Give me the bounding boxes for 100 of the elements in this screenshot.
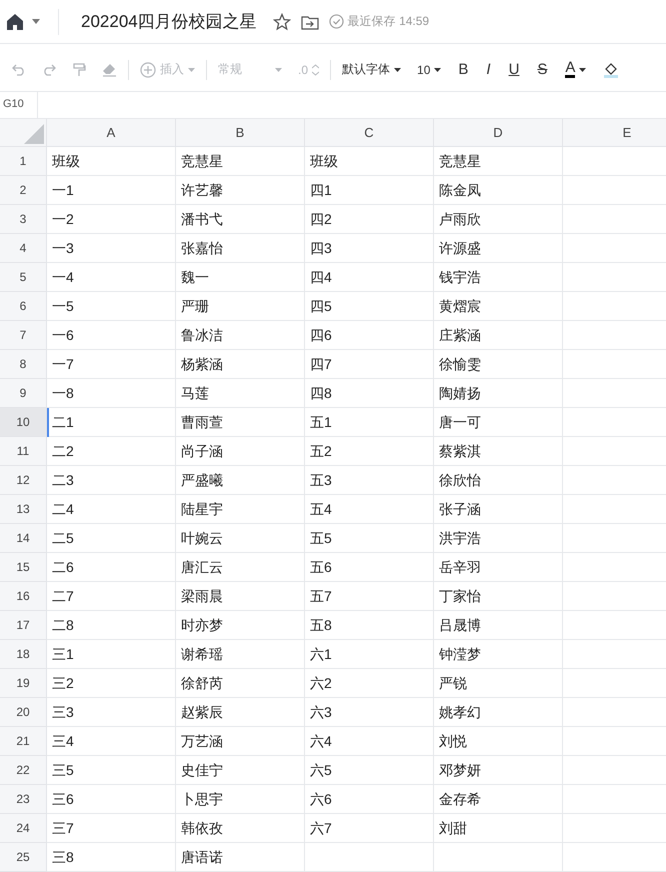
- table-cell: 二1: [52, 414, 74, 432]
- stepper-arrows-icon: [312, 64, 320, 76]
- row-header[interactable]: 8: [0, 350, 47, 379]
- row-header[interactable]: 11: [0, 437, 47, 466]
- home-icon[interactable]: [6, 12, 24, 30]
- table-cell: 陈金凤: [439, 182, 481, 200]
- table-cell: 鲁冰洁: [181, 326, 223, 344]
- row-header[interactable]: 21: [0, 727, 47, 756]
- table-cell: 四5: [310, 298, 332, 316]
- table-cell: 唐汇云: [181, 558, 223, 576]
- table-cell: 二6: [52, 558, 74, 576]
- column-header[interactable]: C: [305, 119, 434, 147]
- table-cell: 六3: [310, 704, 332, 722]
- font-dropdown[interactable]: 默认字体: [334, 56, 410, 84]
- table-cell: 二3: [52, 472, 74, 490]
- caret-icon[interactable]: [32, 19, 40, 24]
- paint-roller-icon: [72, 62, 86, 76]
- table-cell: 六5: [310, 762, 332, 780]
- row-header[interactable]: 16: [0, 582, 47, 611]
- table-cell: 三7: [52, 820, 74, 838]
- save-status: 最近保存 14:59: [348, 13, 430, 30]
- document-title[interactable]: 202204四月份校园之星: [81, 10, 257, 33]
- row-header[interactable]: 10: [0, 408, 47, 437]
- table-cell: 四2: [310, 210, 332, 228]
- caret-icon: [434, 68, 442, 72]
- table-cell: 魏一: [181, 268, 209, 286]
- font-size-dropdown[interactable]: 10: [409, 56, 450, 84]
- column-header[interactable]: D: [434, 119, 563, 147]
- table-cell: 许艺馨: [181, 182, 223, 200]
- table-cell: 三3: [52, 704, 74, 722]
- table-cell: 四6: [310, 326, 332, 344]
- table-cell: 五7: [310, 588, 332, 606]
- table-cell: 马莲: [181, 384, 209, 402]
- row-header[interactable]: 25: [0, 843, 47, 872]
- italic-button[interactable]: I: [477, 56, 500, 84]
- strikethrough-button[interactable]: S: [528, 56, 556, 84]
- underline-button[interactable]: U: [500, 56, 528, 84]
- row-header[interactable]: 7: [0, 321, 47, 350]
- row-header[interactable]: 17: [0, 611, 47, 640]
- row-header[interactable]: 20: [0, 698, 47, 727]
- row-header[interactable]: 15: [0, 553, 47, 582]
- row-header[interactable]: 19: [0, 669, 47, 698]
- table-cell: 一7: [52, 356, 74, 374]
- table-cell: 严盛曦: [181, 472, 223, 490]
- row-header[interactable]: 22: [0, 756, 47, 785]
- table-cell: 一6: [52, 326, 74, 344]
- row-header[interactable]: 24: [0, 814, 47, 843]
- table-cell: 徐欣怡: [439, 472, 481, 490]
- table-cell: 杨紫涵: [181, 356, 223, 374]
- table-cell: 岳辛羽: [439, 558, 481, 576]
- table-cell: 蔡紫淇: [439, 442, 481, 460]
- table-cell: 钱宇浩: [439, 268, 481, 286]
- row-header[interactable]: 12: [0, 466, 47, 495]
- table-cell: 严珊: [181, 298, 209, 316]
- table-cell: 一4: [52, 268, 74, 286]
- table-cell: 万艺涵: [181, 732, 223, 750]
- table-cell: 丁家怡: [439, 588, 481, 606]
- table-cell: 三5: [52, 762, 74, 780]
- row-header[interactable]: 4: [0, 234, 47, 263]
- table-cell: 刘悦: [439, 732, 467, 750]
- column-header[interactable]: A: [47, 119, 176, 147]
- row-header[interactable]: 5: [0, 263, 47, 292]
- star-icon[interactable]: [272, 12, 291, 30]
- caret-icon: [579, 68, 586, 72]
- table-cell: 三8: [52, 848, 74, 866]
- row-header[interactable]: 2: [0, 176, 47, 205]
- table-cell: 四3: [310, 240, 332, 258]
- row-header[interactable]: 18: [0, 640, 47, 669]
- move-to-folder-icon[interactable]: [300, 14, 319, 30]
- table-cell: 四7: [310, 356, 332, 374]
- name-box[interactable]: G10: [0, 92, 38, 118]
- bold-button[interactable]: B: [449, 56, 478, 84]
- table-cell: 一5: [52, 298, 74, 316]
- table-cell: 吕晟博: [439, 616, 481, 634]
- table-cell: 尚子涵: [181, 442, 223, 460]
- table-cell: 四1: [310, 182, 332, 200]
- table-cell: 竞慧星: [439, 152, 481, 170]
- table-cell: 一8: [52, 384, 74, 402]
- row-header[interactable]: 13: [0, 495, 47, 524]
- column-header[interactable]: B: [176, 119, 305, 147]
- table-cell: 陶婧扬: [439, 384, 481, 402]
- table-cell: 六6: [310, 790, 332, 808]
- table-cell: 六4: [310, 732, 332, 750]
- table-cell: 三6: [52, 790, 74, 808]
- row-header[interactable]: 1: [0, 147, 47, 176]
- row-header[interactable]: 9: [0, 379, 47, 408]
- select-all-corner-icon[interactable]: [24, 124, 44, 144]
- row-header[interactable]: 3: [0, 205, 47, 234]
- column-header[interactable]: E: [563, 119, 666, 147]
- redo-icon: [42, 64, 56, 76]
- table-cell: 徐舒芮: [181, 674, 223, 692]
- table-cell: 五5: [310, 530, 332, 548]
- font-color-button[interactable]: A: [556, 56, 596, 84]
- row-header[interactable]: 6: [0, 292, 47, 321]
- row-header[interactable]: 14: [0, 524, 47, 553]
- table-cell: 三1: [52, 646, 74, 664]
- table-cell: 五3: [310, 472, 332, 490]
- row-header[interactable]: 23: [0, 785, 47, 814]
- table-cell: 二8: [52, 616, 74, 634]
- table-cell: 唐一可: [439, 414, 481, 432]
